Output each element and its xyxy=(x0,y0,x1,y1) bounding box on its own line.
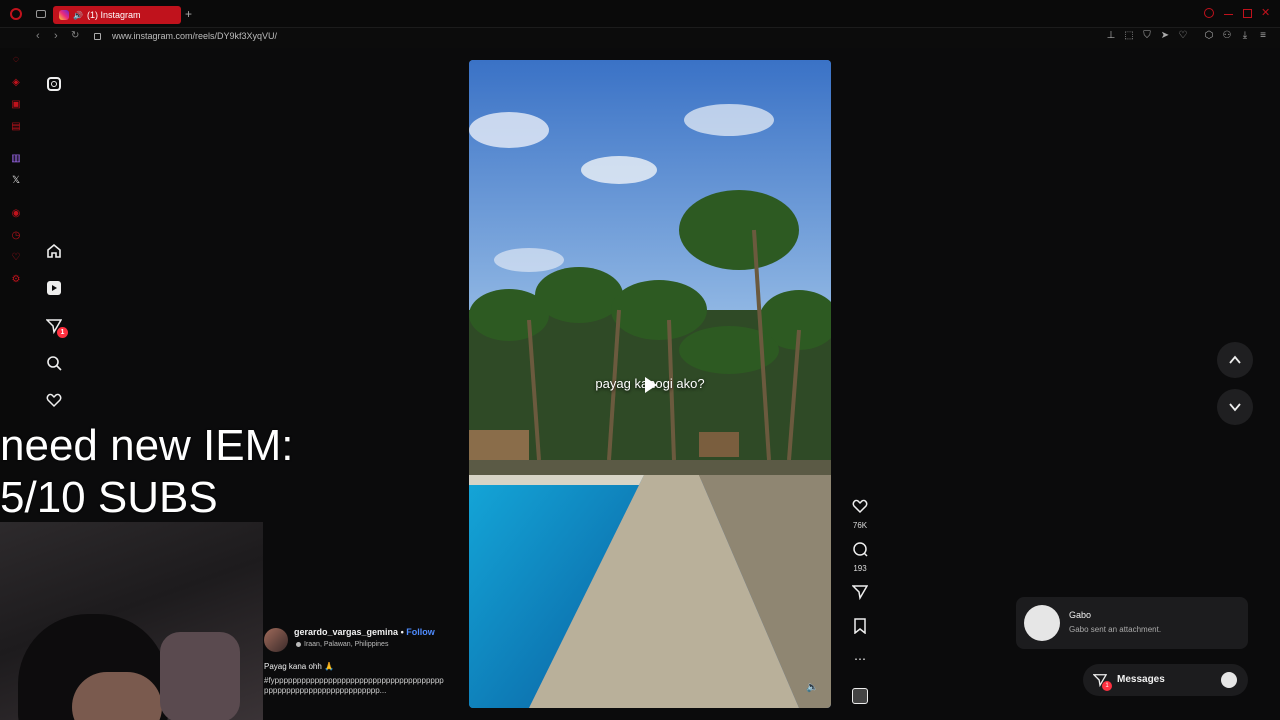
menu-icon[interactable]: ≡ xyxy=(1258,31,1268,41)
player-icon[interactable]: ◉ xyxy=(10,208,22,220)
chevron-up-icon xyxy=(1229,355,1241,364)
like-count: 76K xyxy=(852,521,868,530)
lock-icon xyxy=(94,33,101,40)
forward-button[interactable]: › xyxy=(54,30,58,42)
instagram-logo-icon[interactable] xyxy=(44,74,64,94)
post-location[interactable]: Iraan, Palawan, Philippines xyxy=(304,641,388,648)
comment-count: 193 xyxy=(853,564,867,573)
home-icon[interactable] xyxy=(44,241,64,261)
post-hashtags[interactable]: #fyppppppppppppppppppppppppppppppppppppp… xyxy=(264,676,446,698)
back-button[interactable]: ‹ xyxy=(36,30,40,42)
speaker-icon[interactable]: 🔊 xyxy=(73,11,83,20)
account-icon[interactable]: ⚇ xyxy=(1222,31,1232,41)
chevron-down-icon xyxy=(1229,403,1241,412)
download-icon[interactable]: ⤓ xyxy=(1240,31,1250,41)
overlay-line-1: need new IEM: xyxy=(0,421,294,470)
bookmark-sidebar-icon[interactable]: ♡ xyxy=(10,252,22,264)
sender-avatar xyxy=(1024,605,1060,641)
reel-video[interactable]: payag kanogi ako? 🔈 xyxy=(469,60,831,708)
streamer-face xyxy=(72,672,162,720)
notification-message: Gabo sent an attachment. xyxy=(1069,625,1162,634)
like-button[interactable]: 76K xyxy=(848,498,872,530)
notifications-heart-icon[interactable] xyxy=(44,390,64,410)
url-input[interactable]: www.instagram.com/reels/DY9kf3XyqVU/ xyxy=(112,31,277,41)
comment-icon xyxy=(853,542,868,557)
instagram-favicon-icon xyxy=(59,10,69,20)
whatsapp-icon[interactable]: ▣ xyxy=(10,99,22,111)
share-button[interactable] xyxy=(848,584,872,605)
pin-icon[interactable]: ⊥ xyxy=(1106,31,1116,41)
webcam-feed xyxy=(0,522,263,720)
messages-button[interactable]: 1 Messages xyxy=(1083,664,1248,696)
next-reel-button[interactable] xyxy=(1217,389,1253,425)
tab-instagram[interactable]: 🔊 (1) Instagram xyxy=(53,6,181,24)
x-icon[interactable]: 𝕏 xyxy=(10,175,22,187)
new-tab-button[interactable]: + xyxy=(185,7,192,21)
mute-icon[interactable]: 🔈 xyxy=(806,682,818,693)
message-notification[interactable]: Gabo Gabo sent an attachment. xyxy=(1016,597,1248,649)
audio-thumbnail[interactable] xyxy=(848,688,872,704)
music-icon[interactable]: ▤ xyxy=(10,121,22,133)
tab-title: (1) Instagram xyxy=(86,10,141,20)
heart-icon[interactable]: ♡ xyxy=(1178,31,1188,41)
heart-outline-icon xyxy=(852,499,868,514)
history-icon[interactable]: ◷ xyxy=(10,230,22,242)
twitch-icon[interactable]: ▥ xyxy=(10,153,22,165)
shield-icon[interactable]: ⛉ xyxy=(1142,31,1152,41)
messages-avatar xyxy=(1221,672,1237,688)
follow-button[interactable]: Follow xyxy=(406,627,435,637)
opera-logo-icon[interactable] xyxy=(10,8,22,20)
messages-badge: 1 xyxy=(1102,681,1112,691)
messages-label: Messages xyxy=(1117,674,1165,685)
comment-button[interactable]: 193 xyxy=(848,541,872,573)
send-icon[interactable]: ➤ xyxy=(1160,31,1170,41)
settings-icon[interactable]: ⚙ xyxy=(10,274,22,286)
separator-dot: • xyxy=(398,627,407,637)
chair-back xyxy=(160,632,240,720)
post-description: Payag kana ohh 🙏 xyxy=(264,662,335,671)
author-avatar[interactable] xyxy=(264,628,288,652)
reels-icon[interactable] xyxy=(44,278,64,298)
search-nav-icon[interactable] xyxy=(44,353,64,373)
browser-tab-bar: 🔊 (1) Instagram + ✕ xyxy=(0,0,1280,28)
extensions-icon[interactable]: ⬡ xyxy=(1204,31,1214,41)
stream-overlay-text: need new IEM: 5/10 SUBS xyxy=(0,420,294,524)
close-button[interactable]: ✕ xyxy=(1261,6,1270,19)
author-line: gerardo_vargas_gemina • Follow xyxy=(294,627,435,637)
notification-sender: Gabo xyxy=(1069,610,1092,620)
aria-icon[interactable]: ◌ xyxy=(10,54,22,66)
reload-button[interactable]: ↻ xyxy=(71,30,79,41)
snapshot-icon[interactable]: ⬚ xyxy=(1124,31,1134,41)
location-pin-icon xyxy=(296,642,301,647)
share-icon xyxy=(851,585,869,601)
messenger-icon[interactable]: ◈ xyxy=(10,77,22,89)
direct-messages-icon[interactable]: 1 xyxy=(44,316,68,338)
notification-badge: 1 xyxy=(57,327,68,338)
search-icon[interactable] xyxy=(1204,8,1214,18)
bookmark-icon xyxy=(854,618,866,635)
author-username[interactable]: gerardo_vargas_gemina xyxy=(294,627,398,637)
play-icon[interactable] xyxy=(645,377,657,393)
overlay-line-2: 5/10 SUBS xyxy=(0,473,218,522)
more-options-button[interactable]: ⋯ xyxy=(848,652,872,666)
tab-overview-icon[interactable] xyxy=(36,10,46,18)
minimize-button[interactable] xyxy=(1224,14,1233,15)
maximize-button[interactable] xyxy=(1243,9,1252,18)
previous-reel-button[interactable] xyxy=(1217,342,1253,378)
save-button[interactable] xyxy=(848,618,872,639)
